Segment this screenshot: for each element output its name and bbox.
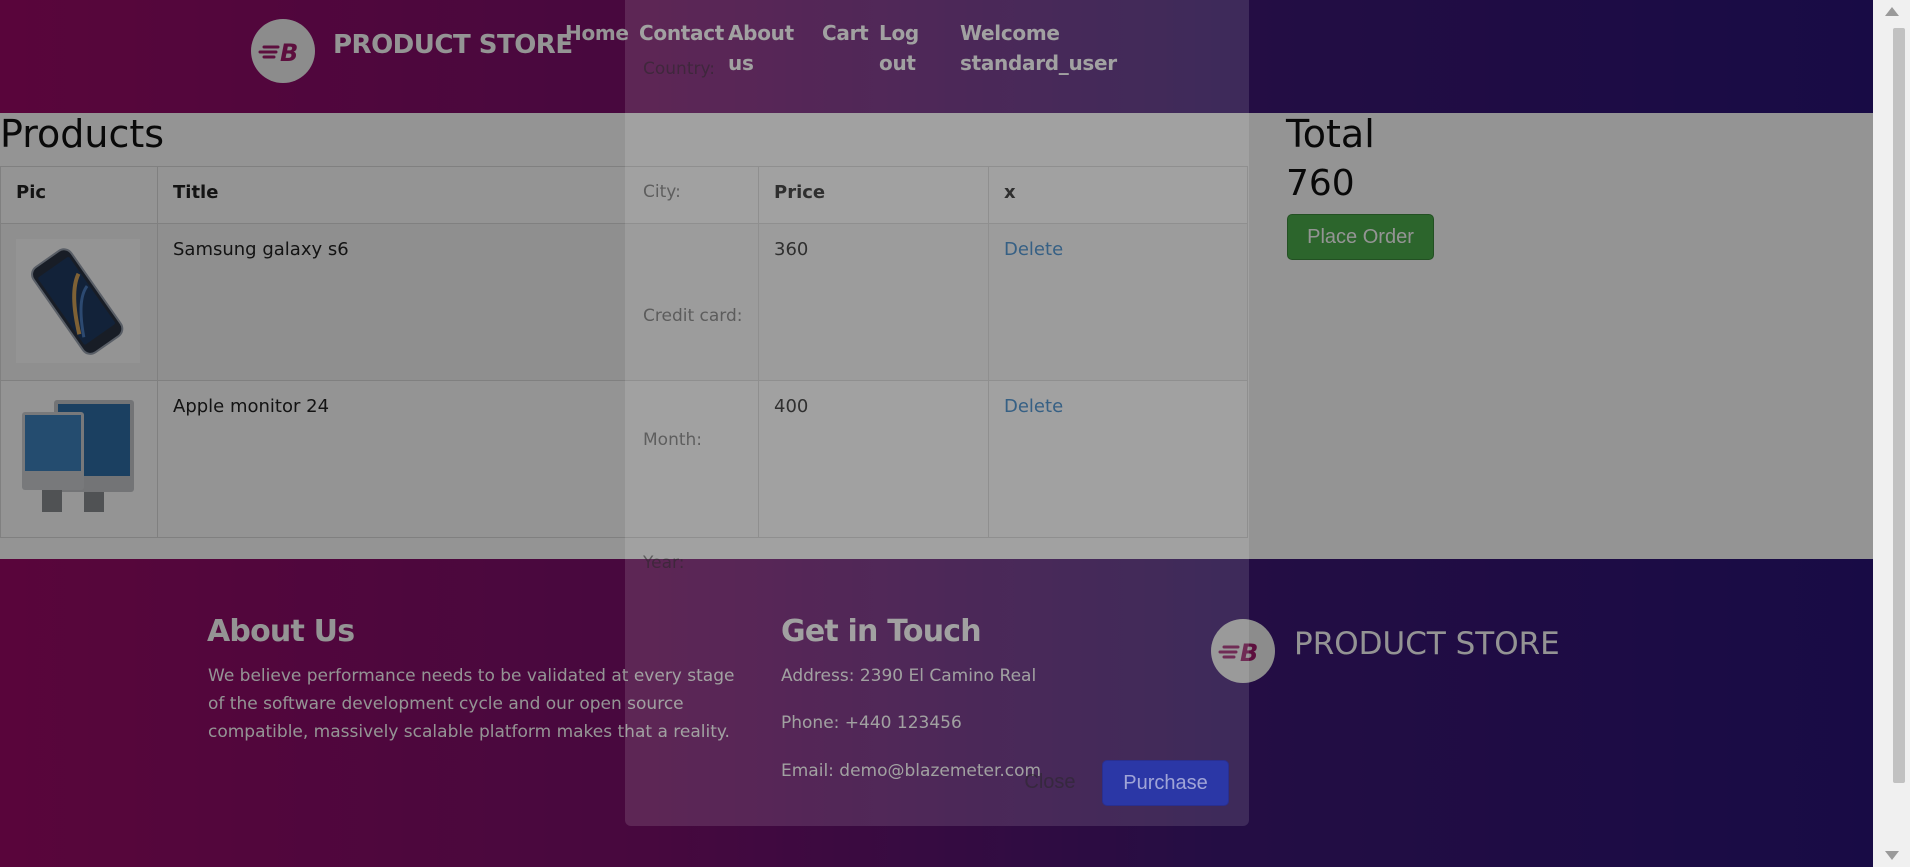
credit-card-label: Credit card: — [643, 306, 743, 326]
scroll-down-arrow-icon[interactable] — [1885, 851, 1899, 860]
city-label: City: — [643, 182, 681, 202]
scroll-up-arrow-icon[interactable] — [1885, 7, 1899, 16]
month-label: Month: — [643, 430, 703, 450]
year-label: Year: — [643, 553, 685, 573]
close-button[interactable]: Close — [1015, 760, 1085, 804]
country-label: Country: — [643, 59, 716, 79]
vertical-scrollbar[interactable] — [1873, 0, 1910, 867]
place-order-modal: Country: City: Credit card: Month: Year:… — [625, 0, 1249, 826]
purchase-button[interactable]: Purchase — [1102, 760, 1229, 806]
scrollbar-thumb[interactable] — [1893, 28, 1905, 783]
